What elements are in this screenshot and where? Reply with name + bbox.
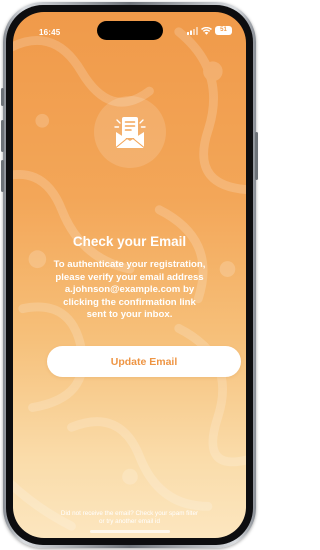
power-button xyxy=(255,132,258,180)
phone-bezel: 16:45 51 Check your Email To authenticat… xyxy=(6,5,253,545)
volume-up-button xyxy=(1,120,4,152)
dynamic-island xyxy=(96,21,163,40)
update-email-button[interactable]: Update Email xyxy=(47,346,241,377)
footer-line: Did not receive the email? Check your sp… xyxy=(60,510,199,517)
description-email-line: a.johnson@example.com by xyxy=(64,284,195,296)
description-line: sent to your inbox. xyxy=(86,309,173,321)
status-bar: 16:45 51 xyxy=(13,12,246,52)
status-time: 16:45 xyxy=(39,28,61,37)
screen: 16:45 51 Check your Email To authenticat… xyxy=(13,12,246,538)
home-indicator xyxy=(89,530,170,533)
footer-line: or try another email id xyxy=(99,518,160,526)
status-icons: 51 xyxy=(187,26,232,35)
description-line: please verify your email address xyxy=(55,271,204,283)
action-button xyxy=(1,88,4,106)
description-line: To authenticate your registration, xyxy=(53,259,206,270)
wifi-icon xyxy=(201,26,212,35)
signal-icon xyxy=(187,26,198,35)
footer-note: Did not receive the email? Check your sp… xyxy=(13,510,246,527)
battery-icon: 51 xyxy=(215,26,232,35)
volume-down-button xyxy=(1,160,4,192)
page-title: Check your Email xyxy=(72,234,187,249)
phone-frame: 16:45 51 Check your Email To authenticat… xyxy=(1,2,258,548)
description: To authenticate your registration, pleas… xyxy=(29,259,230,322)
description-line: clicking the confirmation link xyxy=(63,296,196,308)
email-envelope-icon xyxy=(113,117,146,148)
email-icon-circle xyxy=(93,96,166,168)
